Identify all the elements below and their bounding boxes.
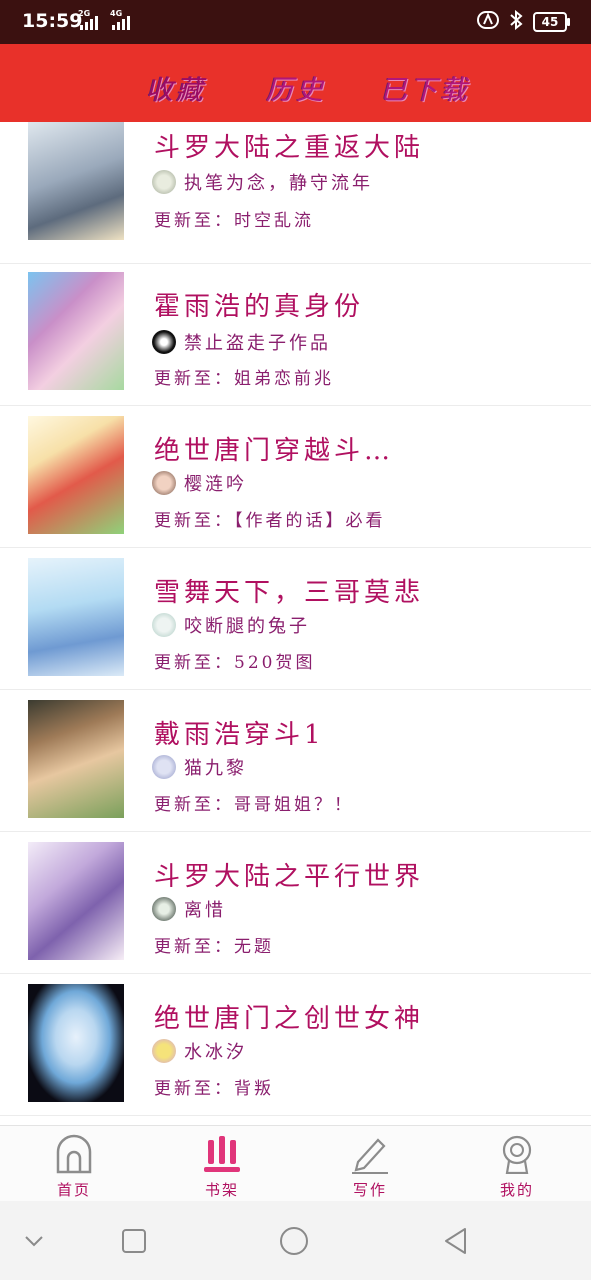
book-author: 离惜	[184, 900, 226, 921]
tab-downloaded[interactable]: 已下载	[380, 68, 470, 107]
pencil-icon	[350, 1134, 390, 1174]
avatar	[152, 897, 176, 921]
bluetooth-icon	[509, 9, 523, 34]
book-cover	[28, 122, 124, 240]
signal-icon: 4G	[110, 9, 130, 30]
home-icon	[54, 1134, 94, 1174]
book-item[interactable]: 雪舞天下，三哥莫悲 咬断腿的兔子 更新至：520贺图	[0, 548, 591, 690]
book-update: 更新至：姐弟恋前兆	[154, 369, 334, 389]
book-update: 更新至：520贺图	[154, 653, 316, 673]
nav-write[interactable]: 写作	[296, 1126, 444, 1202]
book-item[interactable]	[0, 1116, 591, 1125]
book-cover	[28, 700, 124, 818]
avatar	[152, 330, 176, 354]
book-item[interactable]: 斗罗大陆之平行世界 离惜 更新至：无题	[0, 832, 591, 974]
book-cover	[28, 558, 124, 676]
nav-label: 书架	[204, 1181, 239, 1199]
book-author: 执笔为念，静守流年	[184, 173, 373, 194]
avatar	[152, 755, 176, 779]
book-item[interactable]: 斗罗大陆之重返大陆 执笔为念，静守流年 更新至：时空乱流	[0, 122, 591, 264]
book-cover	[28, 984, 124, 1102]
battery-icon: 45	[533, 12, 570, 32]
avatar	[152, 471, 176, 495]
book-author: 水冰汐	[184, 1042, 247, 1063]
system-nav-bar	[0, 1201, 591, 1280]
book-title: 绝世唐门之创世女神	[154, 1004, 425, 1034]
book-list[interactable]: 斗罗大陆之重返大陆 执笔为念，静守流年 更新至：时空乱流 霍雨浩的真身份 禁止盗…	[0, 122, 591, 1125]
book-author: 咬断腿的兔子	[184, 616, 310, 637]
book-author: 樱涟吟	[184, 474, 247, 495]
book-cover	[28, 842, 124, 960]
book-item[interactable]: 绝世唐门穿越斗… 樱涟吟 更新至：【作者的话】必看	[0, 406, 591, 548]
book-update: 更新至：无题	[154, 937, 274, 957]
book-title: 斗罗大陆之平行世界	[154, 862, 425, 892]
top-tab-bar: 收藏 历史 已下载	[0, 44, 591, 122]
book-update: 更新至：背叛	[154, 1079, 274, 1099]
book-update: 更新至：【作者的话】必看	[154, 511, 386, 531]
book-title: 霍雨浩的真身份	[154, 292, 365, 322]
book-title: 斗罗大陆之重返大陆	[154, 133, 425, 163]
book-item[interactable]: 霍雨浩的真身份 禁止盗走子作品 更新至：姐弟恋前兆	[0, 264, 591, 406]
book-item[interactable]: 戴雨浩穿斗1 猫九黎 更新至：哥哥姐姐？！	[0, 690, 591, 832]
book-author: 禁止盗走子作品	[184, 333, 331, 354]
book-title: 雪舞天下，三哥莫悲	[154, 578, 425, 608]
bookshelf-icon	[202, 1134, 242, 1174]
book-cover	[28, 272, 124, 390]
back-icon[interactable]	[440, 1225, 472, 1257]
book-item[interactable]: 绝世唐门之创世女神 水冰汐 更新至：背叛	[0, 974, 591, 1116]
book-title: 绝世唐门穿越斗…	[154, 436, 395, 466]
book-cover	[28, 416, 124, 534]
nav-label: 首页	[56, 1181, 91, 1199]
nav-label: 我的	[499, 1181, 534, 1199]
status-bar: 15:59 2G 4G 45	[0, 0, 591, 44]
nfc-icon	[477, 10, 499, 34]
book-update: 更新至：哥哥姐姐？！	[154, 795, 354, 815]
book-title: 戴雨浩穿斗1	[154, 720, 325, 750]
book-author: 猫九黎	[184, 758, 247, 779]
avatar	[152, 1039, 176, 1063]
nav-home[interactable]: 首页	[0, 1126, 148, 1202]
tab-history[interactable]: 历史	[266, 68, 326, 107]
profile-icon	[497, 1134, 537, 1175]
recent-apps-icon[interactable]	[118, 1225, 150, 1257]
home-circle-icon[interactable]	[278, 1225, 310, 1257]
tab-favorites[interactable]: 收藏	[146, 68, 206, 107]
bottom-nav: 首页 书架 写作 我的	[0, 1125, 591, 1202]
nav-bookshelf[interactable]: 书架	[148, 1126, 296, 1202]
nav-profile[interactable]: 我的	[443, 1126, 591, 1202]
avatar	[152, 613, 176, 637]
status-time: 15:59	[22, 10, 83, 32]
book-update: 更新至：时空乱流	[154, 211, 314, 231]
avatar	[152, 170, 176, 194]
chevron-down-icon[interactable]	[18, 1225, 50, 1257]
signal-icon: 2G	[78, 9, 98, 30]
nav-label: 写作	[352, 1181, 387, 1199]
